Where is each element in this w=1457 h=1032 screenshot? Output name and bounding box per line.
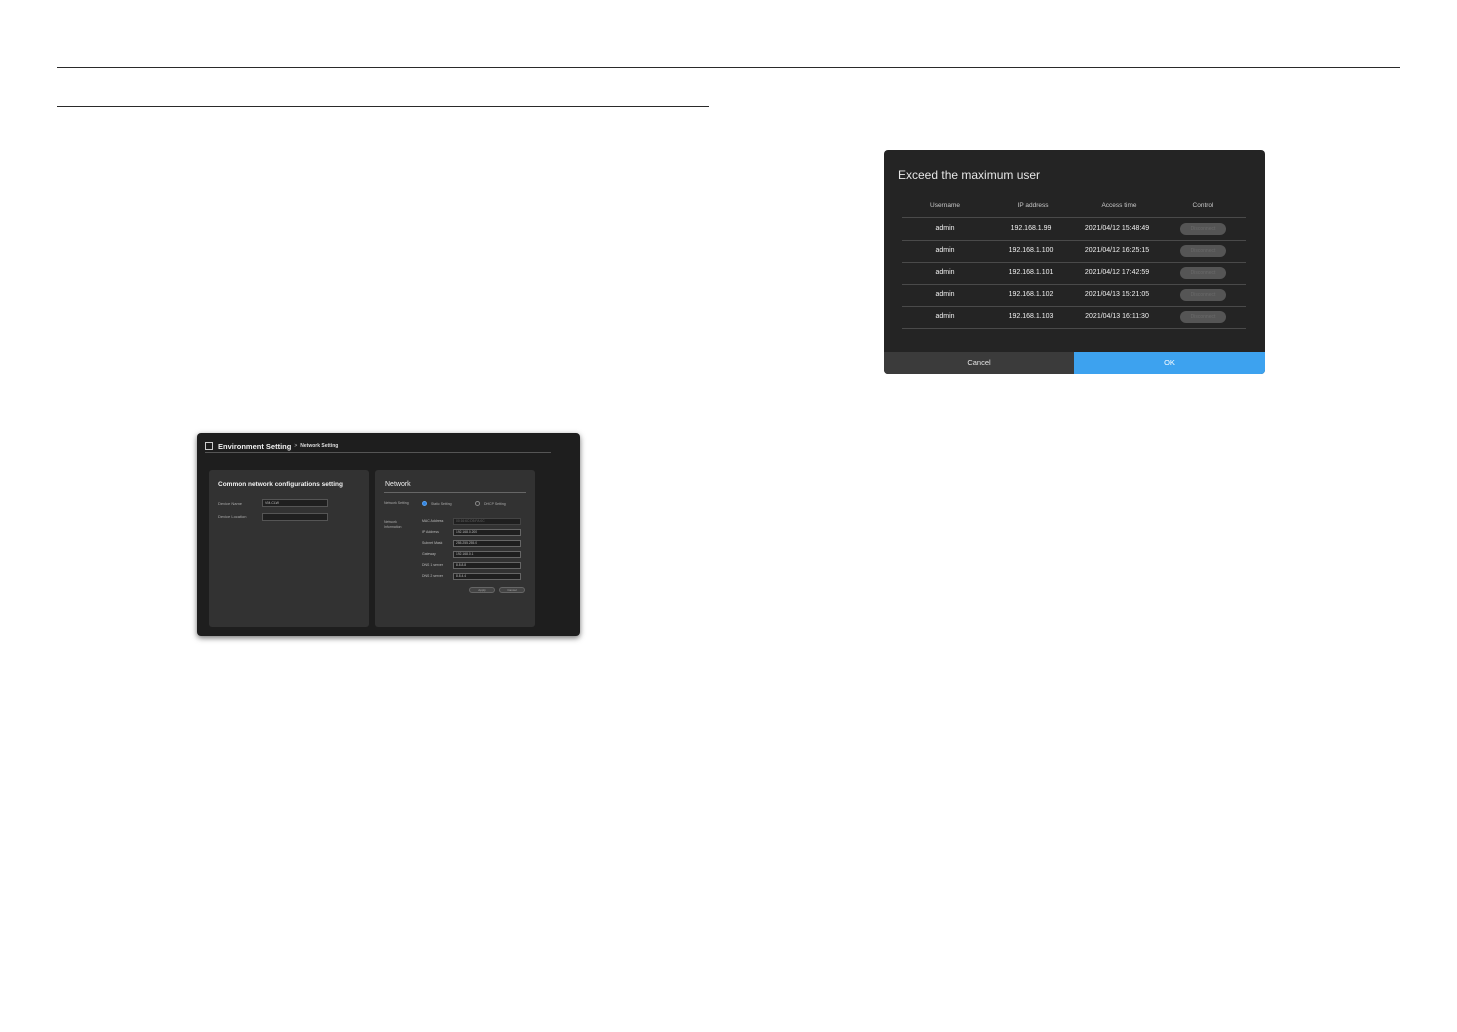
ok-button[interactable]: OK (1074, 352, 1265, 374)
column-header-username: Username (930, 202, 960, 209)
access-time-cell: 2021/04/12 15:48:49 (1084, 225, 1150, 232)
static-setting-label: Static Setting (431, 502, 452, 506)
username-cell: admin (935, 225, 955, 232)
ip-cell: 192.168.1.99 (1010, 225, 1052, 232)
table-row: admin 192.168.1.101 2021/04/12 17:42:59 … (902, 262, 1246, 285)
device-location-input[interactable] (262, 513, 328, 521)
disconnect-button[interactable]: Disconnect (1180, 311, 1226, 323)
subnet-mask-label: Subnet Mask (422, 541, 443, 545)
exceed-max-user-dialog: Exceed the maximum user Username IP addr… (884, 150, 1265, 374)
dns2-field[interactable]: 8.8.4.4 (453, 573, 521, 580)
device-name-label: Device Name (218, 501, 243, 506)
column-header-ip: IP address (1017, 202, 1049, 209)
network-panel-title: Network (385, 481, 411, 488)
column-header-control: Control (1192, 202, 1214, 209)
section-rule (57, 106, 709, 107)
disconnect-button[interactable]: Disconnect (1180, 223, 1226, 235)
access-time-cell: 2021/04/12 17:42:59 (1084, 269, 1150, 276)
common-settings-title: Common network configurations setting (218, 481, 343, 488)
table-row: admin 192.168.1.103 2021/04/13 16:11:30 … (902, 306, 1246, 329)
network-info-label: Network Information (384, 520, 402, 529)
dhcp-setting-radio[interactable] (475, 501, 480, 506)
breadcrumb-current: Network Setting (300, 443, 339, 449)
cancel-button[interactable]: Cancel (884, 352, 1074, 374)
network-setting-label: Network Setting (384, 501, 409, 505)
mac-address-label: MAC Address (422, 519, 444, 523)
static-setting-radio[interactable] (422, 501, 427, 506)
dns1-field[interactable]: 8.8.8.8 (453, 562, 521, 569)
ip-cell: 192.168.1.103 (1008, 313, 1054, 320)
network-title-divider (384, 492, 526, 493)
access-time-cell: 2021/04/13 15:21:05 (1084, 291, 1150, 298)
ip-address-label: IP Address (422, 530, 439, 534)
disconnect-button[interactable]: Disconnect (1180, 267, 1226, 279)
table-row: admin 192.168.1.99 2021/04/12 15:48:49 D… (902, 218, 1246, 241)
access-time-cell: 2021/04/13 16:11:30 (1085, 313, 1149, 320)
header-divider (205, 452, 551, 453)
subnet-mask-field[interactable]: 255.255.255.0 (453, 540, 521, 547)
disconnect-button[interactable]: Disconnect (1180, 245, 1226, 257)
device-name-input[interactable]: VM-CLW (262, 499, 328, 507)
common-settings-panel: Common network configurations setting De… (209, 470, 369, 627)
ip-cell: 192.168.1.102 (1008, 291, 1054, 298)
ip-address-field[interactable]: 192.168.0.200 (453, 529, 521, 536)
ip-cell: 192.168.1.100 (1008, 247, 1054, 254)
device-location-label: Device Location (218, 514, 247, 519)
dialog-footer: Cancel OK (884, 352, 1265, 374)
username-cell: admin (935, 247, 955, 254)
gateway-field[interactable]: 192.168.0.1 (453, 551, 521, 558)
network-cancel-button[interactable]: Cancel (499, 587, 525, 593)
table-row: admin 192.168.1.100 2021/04/12 16:25:15 … (902, 240, 1246, 263)
dhcp-setting-label: DHCP Setting (484, 502, 506, 506)
table-row: admin 192.168.1.102 2021/04/13 15:21:05 … (902, 284, 1246, 307)
username-cell: admin (935, 291, 955, 298)
gateway-label: Gateway (422, 552, 436, 556)
mac-address-field: 00:16:6C:D5:FA:0C (453, 518, 521, 525)
access-time-cell: 2021/04/12 16:25:15 (1084, 247, 1150, 254)
breadcrumb-separator: > (294, 443, 298, 449)
window-header: Environment Setting > Network Setting (205, 440, 338, 452)
settings-icon (205, 442, 213, 450)
dialog-title: Exceed the maximum user (898, 168, 1041, 182)
username-cell: admin (935, 313, 955, 320)
disconnect-button[interactable]: Disconnect (1180, 289, 1226, 301)
network-panel: Network Network Setting Static Setting D… (375, 470, 535, 627)
apply-button[interactable]: Apply (469, 587, 495, 593)
network-setting-window: Environment Setting > Network Setting Co… (197, 433, 580, 636)
window-title: Environment Setting (218, 441, 292, 451)
dns2-label: DNS 2 server (422, 574, 444, 578)
username-cell: admin (935, 269, 955, 276)
ip-cell: 192.168.1.101 (1008, 269, 1054, 276)
page-top-rule (57, 67, 1400, 68)
dns1-label: DNS 1 server (422, 563, 444, 567)
column-header-access-time: Access time (1101, 202, 1137, 209)
